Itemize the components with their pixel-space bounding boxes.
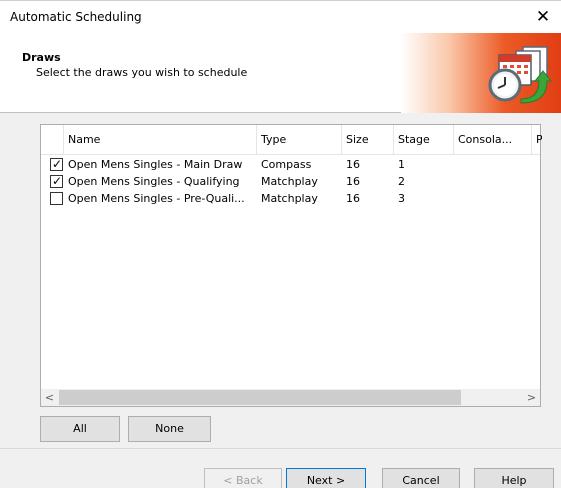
draw-type: Matchplay xyxy=(261,175,318,188)
header-banner xyxy=(401,33,561,113)
horizontal-scrollbar[interactable]: < > xyxy=(41,389,540,406)
draw-stage: 1 xyxy=(398,158,405,171)
column-header-stage[interactable]: Stage xyxy=(394,125,454,155)
help-button[interactable]: Help xyxy=(474,468,554,488)
column-header-type[interactable]: Type xyxy=(257,125,342,155)
row-checkbox[interactable]: ✓ xyxy=(50,157,63,171)
draw-size: 16 xyxy=(346,158,360,171)
list-row[interactable]: ✓ Open Mens Singles - Qualifying Matchpl… xyxy=(41,173,540,190)
column-header-check xyxy=(41,125,64,155)
scroll-thumb[interactable] xyxy=(59,390,461,405)
list-row[interactable]: Open Mens Singles - Pre-Quali... Matchpl… xyxy=(41,190,540,207)
draw-size: 16 xyxy=(346,175,360,188)
footer-separator xyxy=(0,448,561,449)
scroll-left-button[interactable]: < xyxy=(41,389,58,406)
chevron-right-icon: > xyxy=(526,391,537,404)
draw-type: Matchplay xyxy=(261,192,318,205)
next-button[interactable]: Next > xyxy=(286,468,366,488)
list-header: Name Type Size Stage Consola... P xyxy=(41,125,542,155)
draws-list[interactable]: Name Type Size Stage Consola... P ✓ Open… xyxy=(40,124,542,407)
row-checkbox[interactable]: ✓ xyxy=(50,174,63,188)
calendar-clock-arrow-icon xyxy=(488,46,553,104)
column-header-size[interactable]: Size xyxy=(342,125,394,155)
draw-name: Open Mens Singles - Pre-Quali... xyxy=(68,192,245,205)
cancel-button[interactable]: Cancel xyxy=(382,468,460,488)
page-subtitle: Select the draws you wish to schedule xyxy=(36,66,248,79)
scroll-right-button[interactable]: > xyxy=(523,389,540,406)
back-button[interactable]: < Back xyxy=(204,468,282,488)
draw-stage: 2 xyxy=(398,175,405,188)
title-bar: Automatic Scheduling ✕ xyxy=(0,0,561,33)
wizard-header: Draws Select the draws you wish to sched… xyxy=(0,33,561,113)
select-all-button[interactable]: All xyxy=(40,416,120,442)
draw-name: Open Mens Singles - Main Draw xyxy=(68,158,243,171)
window-title: Automatic Scheduling xyxy=(10,10,142,24)
checkmark-icon: ✓ xyxy=(52,157,63,171)
row-checkbox[interactable] xyxy=(50,192,63,205)
list-row[interactable]: ✓ Open Mens Singles - Main Draw Compass … xyxy=(41,156,540,173)
list-rows: ✓ Open Mens Singles - Main Draw Compass … xyxy=(41,156,540,207)
draw-size: 16 xyxy=(346,192,360,205)
select-none-button[interactable]: None xyxy=(128,416,211,442)
draw-stage: 3 xyxy=(398,192,405,205)
page-title: Draws xyxy=(22,51,61,64)
draw-name: Open Mens Singles - Qualifying xyxy=(68,175,240,188)
close-icon: ✕ xyxy=(535,7,551,27)
close-button[interactable]: ✕ xyxy=(525,1,561,34)
chevron-left-icon: < xyxy=(44,391,55,404)
checkmark-icon: ✓ xyxy=(52,174,63,188)
column-header-p[interactable]: P xyxy=(532,125,542,155)
column-header-consolation[interactable]: Consola... xyxy=(454,125,532,155)
column-header-name[interactable]: Name xyxy=(64,125,257,155)
draw-type: Compass xyxy=(261,158,312,171)
